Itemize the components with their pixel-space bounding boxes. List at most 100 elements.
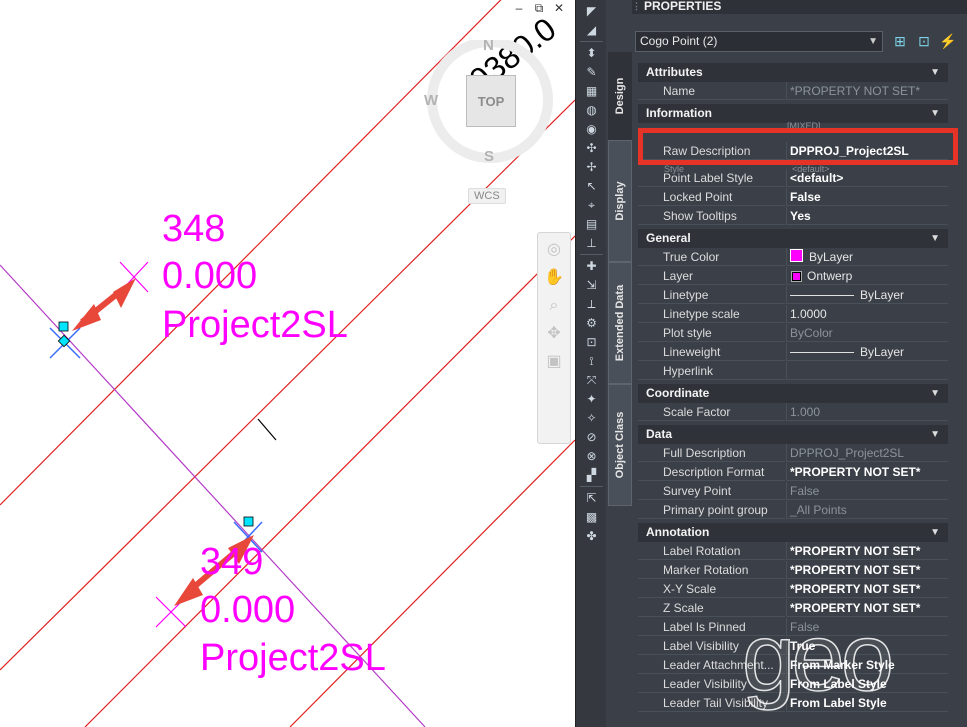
point-348-grip[interactable] bbox=[58, 321, 69, 332]
property-row[interactable]: Locked Point False bbox=[638, 188, 948, 207]
point-349-description: Project2SL bbox=[200, 637, 386, 679]
tool-icon-2[interactable]: ◢ bbox=[582, 22, 601, 38]
section-general[interactable]: General ▼ bbox=[638, 229, 948, 248]
point-348-elevation: 0.000 bbox=[162, 255, 258, 297]
property-row[interactable]: Linetype ByLayer bbox=[638, 286, 948, 305]
toggle-pickadd-icon[interactable]: ⊞ bbox=[890, 31, 910, 51]
tool-icon-6[interactable]: ✣ bbox=[582, 140, 601, 156]
grip-icon: ⋮ bbox=[632, 1, 641, 11]
drawing-canvas[interactable]: 348 0.000 Project2SL 349 0.000 Project2S… bbox=[0, 0, 575, 727]
color-swatch-icon bbox=[790, 249, 803, 262]
ucs-menu[interactable]: WCS bbox=[468, 188, 506, 204]
tool-icon-23[interactable]: ▞ bbox=[582, 467, 601, 483]
toolstrip-separator bbox=[580, 41, 603, 42]
collapse-icon[interactable]: ▼ bbox=[930, 523, 940, 542]
section-attributes[interactable]: Attributes ▼ bbox=[638, 63, 948, 82]
property-row[interactable]: Plot style ByColor bbox=[638, 324, 948, 343]
tool-icon-9[interactable]: ⌖ bbox=[582, 197, 601, 213]
tool-icon-20[interactable]: ✧ bbox=[582, 410, 601, 426]
tool-icon-5[interactable]: ▦ bbox=[582, 83, 601, 99]
section-coordinate[interactable]: Coordinate ▼ bbox=[638, 384, 948, 403]
point-349-grip[interactable] bbox=[243, 516, 254, 527]
properties-side-tabs: Design Display Extended Data Object Clas… bbox=[606, 0, 632, 727]
zoom-icon[interactable]: ⌕ bbox=[543, 295, 565, 317]
select-objects-icon[interactable]: ⊡ bbox=[914, 31, 934, 51]
point-348-number: 348 bbox=[162, 208, 226, 250]
tool-icon-19[interactable]: ✦ bbox=[582, 391, 601, 407]
compass-south[interactable]: S bbox=[484, 148, 494, 165]
tool-icon-7[interactable]: ✢ bbox=[582, 159, 601, 175]
property-row[interactable]: Primary point group _All Points bbox=[638, 501, 948, 520]
property-row[interactable]: Marker Rotation *PROPERTY NOT SET* bbox=[638, 561, 948, 580]
tool-icon-4[interactable]: ✎ bbox=[582, 64, 601, 80]
tool-icon-12[interactable]: ✚ bbox=[582, 258, 601, 274]
property-row[interactable]: Label Rotation *PROPERTY NOT SET* bbox=[638, 542, 948, 561]
orbit-icon[interactable]: ✥ bbox=[543, 323, 565, 345]
property-row[interactable]: Description Format *PROPERTY NOT SET* bbox=[638, 463, 948, 482]
globe-icon-2[interactable]: ◉ bbox=[582, 121, 601, 137]
tool-icon-24[interactable]: ⇱ bbox=[582, 490, 601, 506]
tab-design[interactable]: Design bbox=[608, 52, 632, 140]
tool-icon-13[interactable]: ⇲ bbox=[582, 277, 601, 293]
section-data[interactable]: Data ▼ bbox=[638, 425, 948, 444]
property-row[interactable]: Show Tooltips Yes bbox=[638, 207, 948, 226]
pan-hand-icon[interactable]: ✋ bbox=[543, 267, 565, 289]
property-row[interactable]: Layer Ontwerp bbox=[638, 267, 948, 286]
tool-icon-11[interactable]: ⊥ bbox=[582, 235, 601, 251]
property-row[interactable]: Survey Point False bbox=[638, 482, 948, 501]
tool-icon-17[interactable]: ⟟ bbox=[582, 353, 601, 369]
collapse-icon[interactable]: ▼ bbox=[930, 63, 940, 82]
restore-icon[interactable]: ⧉ bbox=[532, 2, 546, 14]
property-row[interactable]: Hyperlink bbox=[638, 362, 948, 381]
hidden-name-fragment: Style bbox=[664, 164, 685, 174]
property-row[interactable]: Lineweight ByLayer bbox=[638, 343, 948, 362]
tool-icon-26[interactable]: ✤ bbox=[582, 528, 601, 544]
tab-object-class[interactable]: Object Class bbox=[608, 384, 632, 506]
property-row[interactable]: X-Y Scale *PROPERTY NOT SET* bbox=[638, 580, 948, 599]
compass-north[interactable]: N bbox=[483, 37, 494, 54]
tool-icon-18[interactable]: ⤧ bbox=[582, 372, 601, 388]
point-348-description: Project2SL bbox=[162, 304, 348, 346]
minimize-icon[interactable]: – bbox=[512, 2, 526, 14]
tab-display[interactable]: Display bbox=[608, 140, 632, 262]
collapse-icon[interactable]: ▼ bbox=[930, 104, 940, 123]
tool-icon-21[interactable]: ⊘ bbox=[582, 429, 601, 445]
tool-icon-14[interactable]: ⟂ bbox=[582, 296, 601, 312]
quick-select-icon[interactable]: ⚡ bbox=[938, 31, 958, 51]
properties-title-bar[interactable]: ⋮ PROPERTIES bbox=[632, 0, 967, 14]
property-row[interactable]: Linetype scale 1.0000 bbox=[638, 305, 948, 324]
red-line-4 bbox=[289, 439, 575, 727]
tool-icon-10[interactable]: ▤ bbox=[582, 216, 601, 232]
property-row[interactable]: True Color ByLayer bbox=[638, 248, 948, 267]
chevron-down-icon: ▼ bbox=[868, 36, 878, 47]
showmotion-icon[interactable]: ▣ bbox=[543, 351, 565, 373]
collapse-icon[interactable]: ▼ bbox=[930, 229, 940, 248]
tool-icon-1[interactable]: ◤ bbox=[582, 3, 601, 19]
selection-value: Cogo Point (2) bbox=[640, 34, 718, 48]
property-row[interactable]: Full Description DPPROJ_Project2SL bbox=[638, 444, 948, 463]
tool-icon-8[interactable]: ↖ bbox=[582, 178, 601, 194]
collapse-icon[interactable]: ▼ bbox=[930, 425, 940, 444]
annotation-arrow-1 bbox=[72, 278, 136, 331]
raw-description-highlight bbox=[638, 128, 958, 165]
globe-icon[interactable]: ◍ bbox=[582, 102, 601, 118]
property-row[interactable]: Scale Factor 1.000 bbox=[638, 403, 948, 422]
tab-extended-data[interactable]: Extended Data bbox=[608, 262, 632, 384]
selection-dropdown[interactable]: Cogo Point (2) ▼ bbox=[635, 31, 883, 52]
collapse-icon[interactable]: ▼ bbox=[930, 384, 940, 403]
steering-wheel-icon[interactable]: ◎ bbox=[543, 239, 565, 261]
viewcube[interactable]: N W S TOP WCS bbox=[420, 37, 560, 204]
point-349-number: 349 bbox=[200, 541, 264, 583]
linetype-preview-icon bbox=[790, 295, 854, 297]
tool-icon-25[interactable]: ▩ bbox=[582, 509, 601, 525]
tool-icon-22[interactable]: ⊗ bbox=[582, 448, 601, 464]
tool-icon-3[interactable]: ⬍ bbox=[582, 45, 601, 61]
tool-icon-15[interactable]: ⚙ bbox=[582, 315, 601, 331]
section-annotation[interactable]: Annotation ▼ bbox=[638, 523, 948, 542]
close-icon[interactable]: ✕ bbox=[552, 2, 566, 14]
lineweight-preview-icon bbox=[790, 352, 854, 354]
viewcube-top-face[interactable]: TOP bbox=[466, 75, 516, 127]
compass-west[interactable]: W bbox=[424, 92, 438, 109]
property-row[interactable]: Name *PROPERTY NOT SET* bbox=[638, 82, 948, 101]
tool-icon-16[interactable]: ⊡ bbox=[582, 334, 601, 350]
